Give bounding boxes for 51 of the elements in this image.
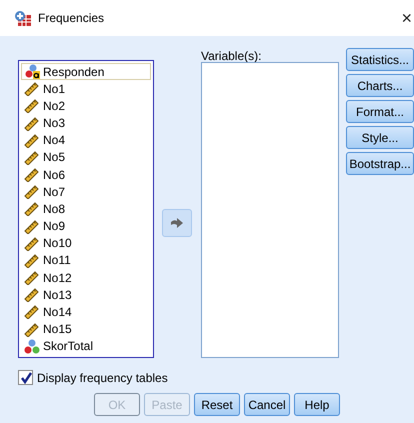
arrow-icon [171,218,184,228]
move-button[interactable] [162,209,192,237]
list-item[interactable]: SkorTotal [21,338,151,355]
close-button[interactable]: × [401,8,414,28]
dialog-button[interactable]: Help [294,393,340,416]
nominal-icon [24,338,40,354]
nominal-string-icon [24,64,40,80]
ruler-icon [24,150,40,165]
ruler-icon [24,218,40,234]
list-item[interactable]: No12 [21,269,151,286]
ruler-icon [24,132,40,148]
dialog-button[interactable]: Statistics... [346,48,414,71]
dialog-button[interactable]: Style... [346,126,414,149]
list-item[interactable]: No4 [21,132,151,149]
window-title: Frequencies [38,11,106,25]
ruler-icon [24,116,40,131]
dialog-button[interactable]: Cancel [244,393,290,416]
list-item[interactable]: No13 [21,286,151,304]
ruler-icon [24,270,40,286]
list-item[interactable]: No15 [21,320,151,338]
ruler-icon [24,81,40,96]
list-item[interactable]: Responden [21,63,151,80]
list-item[interactable]: No8 [21,200,151,218]
dialog-button[interactable]: Bootstrap... [346,152,414,175]
checkbox[interactable] [18,370,33,385]
list-item[interactable]: No14 [21,303,151,321]
list-item[interactable]: No1 [21,80,151,98]
list-item[interactable]: No3 [21,114,151,132]
ruler-icon [24,322,40,337]
ruler-icon [24,236,40,251]
list-item[interactable]: No10 [21,234,151,252]
list-item[interactable]: No7 [21,183,151,200]
dialog-button[interactable]: Reset [194,393,240,416]
ruler-icon [24,201,40,216]
ruler-icon [24,184,40,200]
list-item[interactable]: No9 [21,218,151,235]
ruler-icon [24,287,40,302]
checkbox-label: Display frequency tables [37,370,168,384]
list-item[interactable]: No2 [21,97,151,115]
dialog-button[interactable]: Charts... [346,74,414,97]
ruler-icon [24,304,40,320]
ruler-icon [24,167,40,182]
variables-label: Variable(s): [201,50,262,62]
list-item[interactable]: No6 [21,166,151,184]
selected-variables-list[interactable] [201,62,339,358]
dialog-button[interactable]: Format... [346,100,414,123]
ruler-icon [24,98,40,114]
list-item[interactable]: No5 [21,148,151,166]
list-item[interactable]: No11 [21,252,151,270]
app-icon [14,9,32,27]
ruler-icon [24,252,40,268]
